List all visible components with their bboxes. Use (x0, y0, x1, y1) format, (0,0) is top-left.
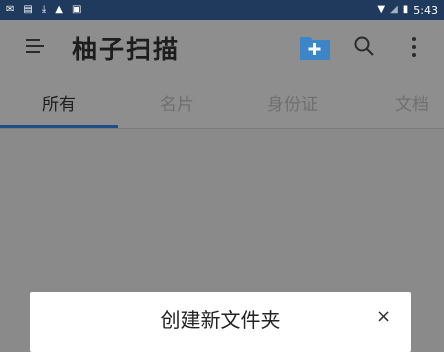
folder-add-icon[interactable] (299, 33, 331, 61)
create-folder-dialog: 创建新文件夹 × (30, 292, 411, 352)
message-icon: ▤ (23, 4, 33, 15)
image-icon: ▣ (71, 4, 82, 15)
tab-bar: 所有 名片 身份证 文档 (0, 76, 444, 129)
sms-icon: ✉ (6, 4, 15, 15)
status-right-icons: ▼ ◢ ▮ 5:43 (377, 3, 438, 17)
status-left-icons: ✉ ▤ ⤓ ▲ ▣ (6, 3, 81, 17)
tab-indicator (0, 125, 118, 128)
battery-icon: ▮ (402, 4, 409, 15)
app-title: 柚子扫描 (72, 35, 181, 64)
tab-documents[interactable]: 文档 (395, 90, 429, 115)
more-vert-icon[interactable] (410, 34, 418, 60)
download-icon: ⤓ (41, 4, 47, 15)
wifi-icon: ▼ (377, 4, 386, 15)
app-bar: 柚子扫描 (0, 20, 444, 76)
dialog-title: 创建新文件夹 (160, 308, 281, 332)
tab-all[interactable]: 所有 (42, 90, 76, 115)
tab-id-card[interactable]: 身份证 (267, 90, 318, 115)
status-time: 5:43 (413, 3, 438, 17)
status-bar: ✉ ▤ ⤓ ▲ ▣ ▼ ◢ ▮ 5:43 (0, 0, 444, 20)
signal-icon: ◢ (390, 4, 398, 15)
menu-icon[interactable] (26, 36, 46, 56)
search-icon[interactable] (353, 35, 375, 57)
close-icon[interactable]: × (376, 306, 391, 327)
warning-icon: ▲ (55, 4, 63, 15)
tab-business-cards[interactable]: 名片 (160, 90, 194, 115)
